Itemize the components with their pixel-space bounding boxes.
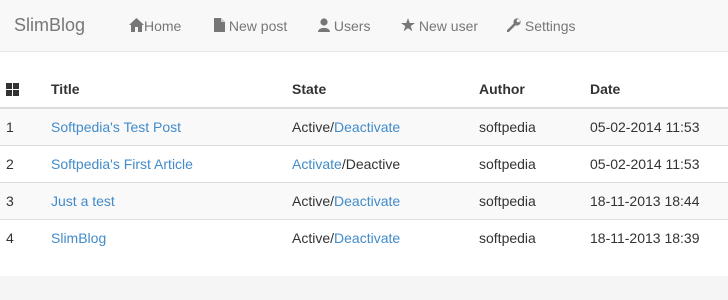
home-icon: [129, 18, 144, 33]
post-title-link[interactable]: Softpedia's Test Post: [51, 119, 181, 135]
grid-icon: [6, 82, 19, 96]
column-header-date: Date: [590, 71, 728, 109]
star-icon: [401, 18, 415, 32]
author-cell: softpedia: [479, 107, 590, 145]
table-row: 4 SlimBlog Active/Deactivate softpedia 1…: [0, 218, 728, 256]
date-cell: 05-02-2014 11:53: [590, 107, 728, 145]
table-row: 2 Softpedia's First Article Activate/Dea…: [0, 144, 728, 182]
state-toggle-link[interactable]: Activate: [292, 156, 342, 172]
nav-new-user[interactable]: New user: [401, 0, 478, 52]
nav-users-label: Users: [333, 18, 371, 34]
state-current: Active: [292, 229, 331, 246]
navbar: SlimBlog Home New post Users New user Se…: [0, 0, 728, 52]
wrench-icon: [506, 18, 521, 33]
column-header-state: State: [292, 71, 479, 109]
date-cell: 18-11-2013 18:39: [590, 218, 728, 256]
brand-link[interactable]: SlimBlog: [14, 15, 85, 36]
nav-new-user-label: New user: [418, 18, 479, 34]
date-cell: 05-02-2014 11:53: [590, 144, 728, 182]
state-toggle-link[interactable]: Deactivate: [334, 119, 400, 135]
table-header-icon-cell: [0, 71, 51, 109]
posts-table: Title State Author Date 1 Softpedia's Te…: [0, 71, 728, 256]
row-number: 4: [0, 218, 51, 256]
author-cell: softpedia: [479, 218, 590, 256]
nav-home[interactable]: Home: [129, 0, 181, 52]
post-title-link[interactable]: SlimBlog: [51, 230, 106, 246]
row-number: 3: [0, 181, 51, 219]
row-number: 1: [0, 107, 51, 145]
row-number: 2: [0, 144, 51, 182]
file-icon: [214, 18, 225, 33]
column-header-title: Title: [51, 71, 292, 109]
state-toggle-link[interactable]: Deactivate: [334, 230, 400, 246]
column-header-author: Author: [479, 71, 590, 109]
nav-new-post[interactable]: New post: [214, 0, 287, 52]
content-panel: Title State Author Date 1 Softpedia's Te…: [0, 52, 728, 276]
post-title-link[interactable]: Just a test: [51, 193, 115, 209]
nav-settings-label: Settings: [524, 18, 576, 34]
table-row: 1 Softpedia's Test Post Active/Deactivat…: [0, 107, 728, 145]
date-cell: 18-11-2013 18:44: [590, 181, 728, 219]
author-cell: softpedia: [479, 181, 590, 219]
post-title-link[interactable]: Softpedia's First Article: [51, 156, 193, 172]
nav-settings[interactable]: Settings: [506, 0, 576, 52]
nav-home-label: Home: [144, 18, 182, 34]
state-current: Deactive: [345, 155, 401, 172]
table-row: 3 Just a test Active/Deactivate softpedi…: [0, 181, 728, 219]
state-current: Active: [292, 118, 331, 135]
user-icon: [318, 18, 330, 33]
nav-users[interactable]: Users: [318, 0, 370, 52]
state-current: Active: [292, 192, 331, 209]
table-header-row: Title State Author Date: [0, 71, 728, 109]
nav-new-post-label: New post: [228, 18, 288, 34]
author-cell: softpedia: [479, 144, 590, 182]
state-toggle-link[interactable]: Deactivate: [334, 193, 400, 209]
